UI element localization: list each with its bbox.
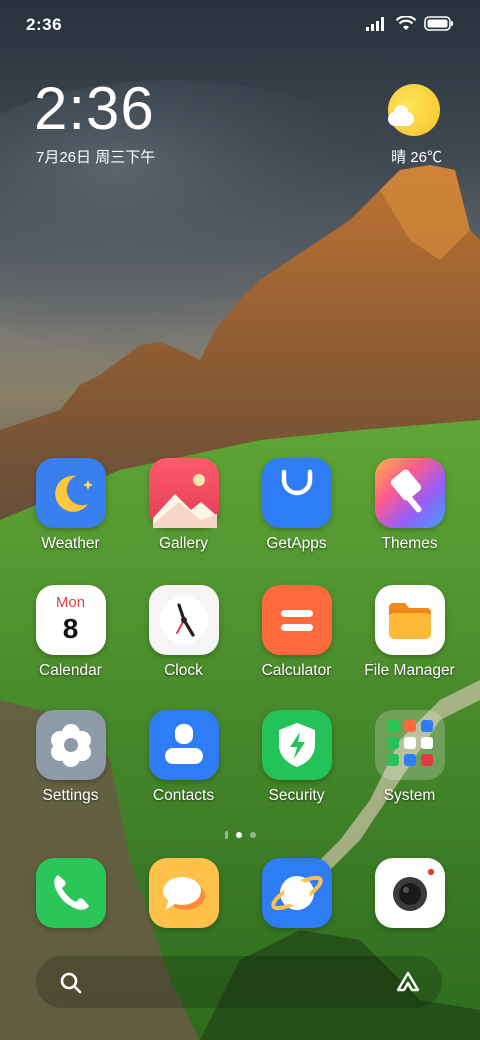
folder-icon — [374, 710, 445, 780]
clock-widget-time[interactable]: 2:36 — [34, 76, 155, 142]
calendar-icon: Mon 8 — [35, 585, 106, 655]
page-indicator[interactable] — [0, 831, 480, 839]
messages-icon — [148, 858, 219, 928]
dock-phone[interactable] — [14, 858, 127, 928]
security-icon — [261, 710, 332, 780]
weather-widget-text: 晴 26℃ — [391, 149, 442, 166]
dock-browser[interactable] — [240, 858, 353, 928]
app-themes[interactable]: Themes — [353, 458, 466, 553]
status-time: 2:36 — [26, 15, 63, 34]
phone-icon — [35, 858, 106, 928]
browser-icon — [261, 858, 332, 928]
app-label: Weather — [41, 535, 100, 552]
clock-widget-date: 7月26日 周三下午 — [36, 149, 156, 166]
weather-icon — [35, 458, 106, 528]
app-label: Calculator — [261, 662, 332, 679]
wifi-icon — [396, 16, 416, 30]
status-bar: 2:36 — [0, 0, 480, 50]
getapps-icon — [261, 458, 332, 528]
app-calendar[interactable]: Mon 8 Calendar — [14, 585, 127, 680]
app-file-manager[interactable]: File Manager — [353, 585, 466, 680]
file-manager-icon — [374, 585, 445, 655]
app-settings[interactable]: Settings — [14, 710, 127, 805]
app-label: Gallery — [158, 535, 209, 552]
app-label: Themes — [381, 535, 438, 552]
battery-icon — [424, 16, 453, 31]
camera-icon — [374, 858, 445, 928]
app-label: Clock — [164, 662, 203, 679]
contacts-icon — [148, 710, 219, 780]
app-label: Security — [268, 787, 325, 804]
weather-widget[interactable] — [384, 84, 444, 136]
app-folder-system[interactable]: System — [353, 710, 466, 805]
settings-icon — [35, 710, 106, 780]
clock-icon — [148, 585, 219, 655]
page-indicator-dot-active — [235, 832, 242, 838]
page-indicator-dot — [249, 832, 256, 838]
app-clock[interactable]: Clock — [127, 585, 240, 680]
app-calculator[interactable]: Calculator — [240, 585, 353, 680]
themes-icon — [374, 458, 445, 528]
app-security[interactable]: Security — [240, 710, 353, 805]
app-label: GetApps — [266, 535, 327, 552]
assistant-icon[interactable] — [396, 971, 420, 993]
search-icon[interactable] — [60, 972, 82, 994]
sun-cloud-icon — [388, 84, 440, 136]
app-label: Calendar — [39, 662, 102, 679]
app-getapps[interactable]: GetApps — [240, 458, 353, 553]
app-label: Settings — [42, 787, 99, 804]
page-indicator-home — [224, 831, 228, 839]
dock-messages[interactable] — [127, 858, 240, 928]
app-label: Contacts — [152, 787, 215, 804]
dock-camera[interactable] — [353, 858, 466, 928]
app-contacts[interactable]: Contacts — [127, 710, 240, 805]
search-bar[interactable] — [36, 956, 442, 1008]
signal-icon — [366, 16, 384, 31]
gallery-icon — [148, 458, 219, 528]
app-weather[interactable]: Weather — [14, 458, 127, 553]
app-label: System — [383, 787, 436, 804]
calculator-icon — [261, 585, 332, 655]
app-label: File Manager — [364, 662, 455, 679]
app-gallery[interactable]: Gallery — [127, 458, 240, 553]
calendar-day: 8 — [62, 613, 79, 644]
calendar-month: Mon — [55, 594, 86, 611]
